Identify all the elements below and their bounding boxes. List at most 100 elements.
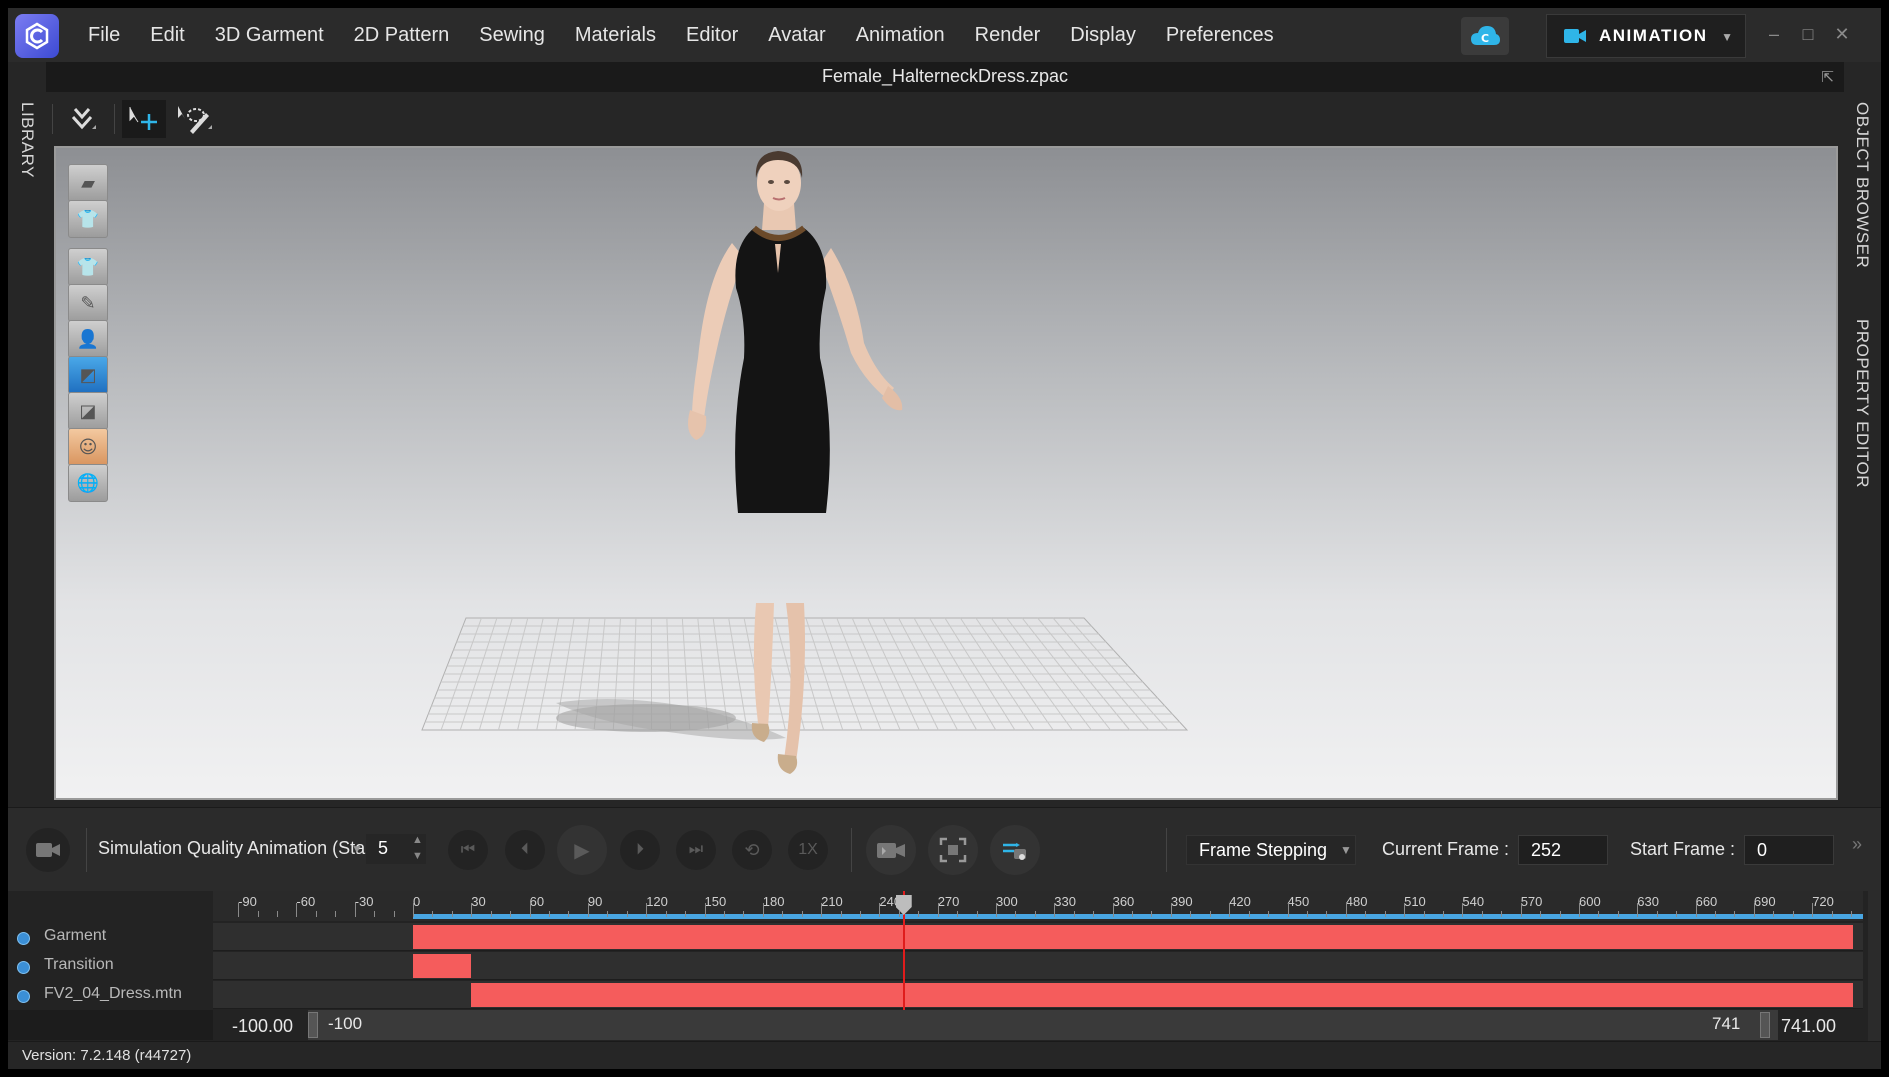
maximize-button[interactable]: □ xyxy=(1794,22,1822,46)
chevron-down-icon[interactable]: ▼ xyxy=(351,842,363,856)
environment-globe-icon[interactable]: 🌐 xyxy=(68,464,108,502)
steps-spinner[interactable]: ▲ ▼ xyxy=(412,832,423,864)
viewport-toolbar xyxy=(46,92,1844,146)
range-start-grip[interactable] xyxy=(308,1012,318,1038)
play-button[interactable]: ▶ xyxy=(557,825,607,875)
active-range-bar xyxy=(413,914,1863,919)
range-end-grip[interactable] xyxy=(1760,1012,1770,1038)
skip-to-end-icon[interactable]: ⏭ xyxy=(676,830,716,870)
current-frame-input[interactable]: 252 xyxy=(1518,835,1608,865)
menu-edit[interactable]: Edit xyxy=(150,24,184,47)
track-visibility-icon[interactable] xyxy=(17,932,30,945)
menu-2d-pattern[interactable]: 2D Pattern xyxy=(354,24,450,47)
avatar-skin-icon[interactable]: ☺ xyxy=(68,428,108,466)
3d-viewport[interactable]: ▰ 👕 👕 ✎ 👤 ◩ ◪ ☺ 🌐 xyxy=(54,146,1838,800)
animation-clip[interactable] xyxy=(413,925,1853,949)
menu-preferences[interactable]: Preferences xyxy=(1166,24,1274,47)
animation-clip[interactable] xyxy=(471,983,1853,1007)
ruler-tick xyxy=(1501,911,1503,917)
document-title-bar: Female_HalterneckDress.zpac ⇱ xyxy=(46,62,1844,92)
show-avatar-garment-icon[interactable]: 👕 xyxy=(68,200,108,238)
record-camera-icon[interactable] xyxy=(26,828,70,872)
texture-icon[interactable]: ◪ xyxy=(68,392,108,430)
motion-preview-icon[interactable] xyxy=(990,825,1040,875)
select-move-icon[interactable] xyxy=(122,100,166,138)
range-start-value[interactable]: -100.00 xyxy=(232,1016,293,1037)
show-avatar-icon[interactable]: 👤 xyxy=(68,320,108,358)
ruler-tick xyxy=(704,903,706,917)
cloud-sync-icon[interactable]: C xyxy=(1461,17,1509,55)
ruler-tick xyxy=(1812,903,1814,917)
menu-avatar[interactable]: Avatar xyxy=(768,24,825,47)
ruler-tick xyxy=(1054,903,1056,917)
track-row[interactable]: Garment xyxy=(8,923,1868,951)
ruler-tick xyxy=(1598,911,1600,917)
ruler-tick xyxy=(665,911,667,917)
popout-icon[interactable]: ⇱ xyxy=(1821,68,1834,86)
lasso-select-icon[interactable] xyxy=(172,100,216,138)
camera-recording-icon[interactable] xyxy=(866,825,916,875)
show-garment-icon[interactable]: 👕 xyxy=(68,248,108,286)
track-visibility-icon[interactable] xyxy=(17,961,30,974)
mode-switcher[interactable]: ANIMATION ▼ xyxy=(1546,14,1746,58)
simulation-quality-select[interactable]: Simulation Quality Animation (Stable xyxy=(98,838,389,859)
track-row[interactable]: Transition xyxy=(8,952,1868,980)
step-back-icon[interactable]: ⏴ xyxy=(505,830,545,870)
ruler-tick xyxy=(1579,903,1580,917)
ruler-tick xyxy=(587,903,589,917)
frame-capture-icon[interactable] xyxy=(928,825,978,875)
ruler-tick xyxy=(996,903,997,917)
menu-display[interactable]: Display xyxy=(1070,24,1136,47)
skip-to-start-icon[interactable]: ⏮ xyxy=(448,830,488,870)
menu-animation[interactable]: Animation xyxy=(856,24,945,47)
ruler-label: 180 xyxy=(762,894,785,909)
start-frame-label: Start Frame : xyxy=(1630,839,1736,859)
show-stitch-icon[interactable]: ✎ xyxy=(68,284,108,322)
ruler-tick xyxy=(879,903,881,917)
ruler-tick xyxy=(296,903,298,917)
range-slider[interactable]: -100 741 xyxy=(308,1010,1778,1040)
import-arrow-icon[interactable] xyxy=(60,100,104,138)
ruler-tick xyxy=(238,903,240,917)
start-frame-input[interactable]: 0 xyxy=(1744,835,1834,865)
object-browser-tab[interactable]: OBJECT BROWSER xyxy=(1852,102,1872,268)
step-forward-icon[interactable]: ⏵ xyxy=(620,830,660,870)
menu-3d-garment[interactable]: 3D Garment xyxy=(215,24,324,47)
ruler-tick xyxy=(257,911,259,917)
track-lane[interactable] xyxy=(213,923,1863,951)
menu-render[interactable]: Render xyxy=(975,24,1041,47)
clo-logo-icon[interactable] xyxy=(15,14,59,58)
ruler-tick xyxy=(1423,911,1425,917)
menu-sewing[interactable]: Sewing xyxy=(479,24,545,47)
property-editor-tab[interactable]: PROPERTY EDITOR xyxy=(1852,319,1872,488)
menu-editor[interactable]: Editor xyxy=(686,24,738,47)
timeline-scrollbar[interactable] xyxy=(1868,891,1881,1041)
playback-speed-button[interactable]: 1X xyxy=(788,830,828,870)
frame-mode-select[interactable]: Frame Stepping xyxy=(1186,835,1356,865)
track-visibility-icon[interactable] xyxy=(17,990,30,1003)
ruler-tick xyxy=(276,911,278,917)
range-end-value[interactable]: 741.00 xyxy=(1781,1016,1836,1037)
timeline-panel: -90 -60 -30 0 30 60 90 120 150 180 210 240 270 300 330… xyxy=(8,891,1881,1041)
library-panel-tab[interactable]: LIBRARY xyxy=(8,62,46,807)
track-lane[interactable] xyxy=(213,981,1863,1009)
frame-ruler[interactable]: -90 -60 -30 0 30 60 90 120 150 180 210 240 270 300 330… xyxy=(213,891,1863,921)
minimize-button[interactable]: – xyxy=(1760,22,1788,46)
show-3d-garment-icon[interactable]: ▰ xyxy=(68,164,108,202)
close-button[interactable]: ✕ xyxy=(1828,22,1856,46)
ruler-label: 0 xyxy=(413,894,421,909)
animation-clip[interactable] xyxy=(413,954,472,978)
loop-icon[interactable]: ⟲ xyxy=(732,830,772,870)
ruler-tick xyxy=(1384,911,1386,917)
ruler-tick xyxy=(976,911,978,917)
menu-file[interactable]: File xyxy=(88,24,120,47)
menu-materials[interactable]: Materials xyxy=(575,24,656,47)
track-row[interactable]: FV2_04_Dress.mtn xyxy=(8,981,1868,1009)
more-button[interactable]: » xyxy=(1852,834,1862,855)
track-lane[interactable] xyxy=(213,952,1863,980)
chevron-down-icon[interactable]: ▼ xyxy=(1340,843,1352,857)
ruler-tick xyxy=(1287,903,1289,917)
thickness-icon[interactable]: ◩ xyxy=(68,356,108,394)
chevron-down-icon: ▼ xyxy=(1721,30,1733,44)
ruler-label: -90 xyxy=(238,894,257,909)
